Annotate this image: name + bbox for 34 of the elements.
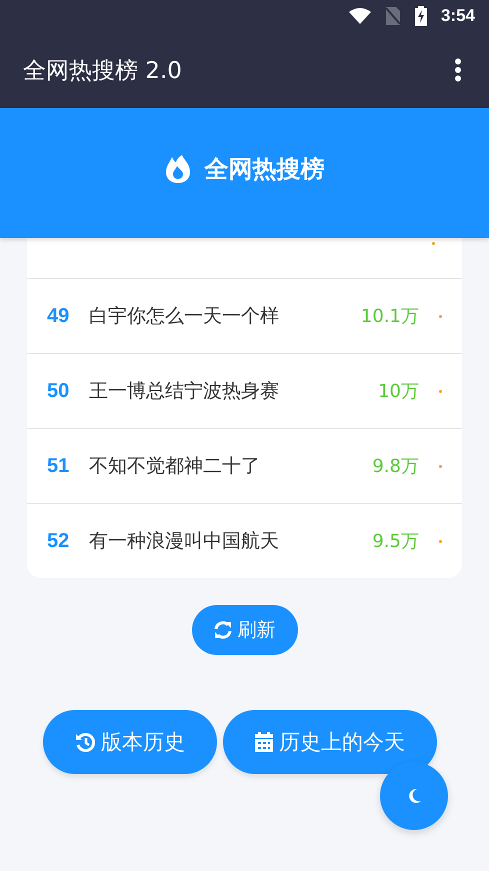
refresh-icon [214, 621, 232, 639]
topic-title: 王一博总结宁波热身赛 [89, 379, 280, 404]
list-item[interactable]: 51 不知不觉都神二十了 9.8万 [27, 429, 462, 504]
topic-title: 不知不觉都神二十了 [89, 454, 261, 479]
calendar-icon [255, 732, 273, 752]
heat-count: 9.8万 [372, 455, 419, 478]
status-time: 3:54 [440, 6, 475, 26]
wifi-icon [348, 8, 371, 24]
moon-icon [407, 788, 421, 804]
rank-number: 49 [47, 304, 70, 328]
header-title: 全网热搜榜 [204, 154, 324, 185]
dot-icon [439, 314, 442, 318]
topic-title: 白宇你怎么一天一个样 [89, 304, 280, 329]
history-icon [75, 732, 95, 752]
heat-count: 9.5万 [372, 530, 419, 553]
app-title: 全网热搜榜 2.0 [23, 56, 182, 86]
no-sim-icon [384, 7, 401, 25]
list-item[interactable]: 52 有一种浪漫叫中国航天 9.5万 [27, 504, 462, 578]
flame-icon [164, 155, 190, 183]
heat-count: 10.1万 [360, 305, 419, 328]
battery-icon [414, 6, 427, 26]
more-menu-icon[interactable] [454, 58, 462, 82]
topic-title: 有一种浪漫叫中国航天 [89, 529, 280, 554]
list-item[interactable]: 50 王一博总结宁波热身赛 10万 [27, 354, 462, 429]
dark-mode-button[interactable] [380, 762, 448, 830]
dot-icon [439, 390, 442, 392]
rank-number: 50 [47, 380, 70, 402]
heat-count: 10万 [378, 380, 419, 403]
list-item[interactable]: 49 白宇你怎么一天一个样 10.1万 [27, 279, 462, 354]
dot-icon [432, 242, 435, 245]
dot-icon [439, 540, 442, 542]
rank-number: 51 [47, 454, 70, 478]
rank-number: 52 [47, 530, 70, 552]
dot-icon [439, 464, 442, 468]
